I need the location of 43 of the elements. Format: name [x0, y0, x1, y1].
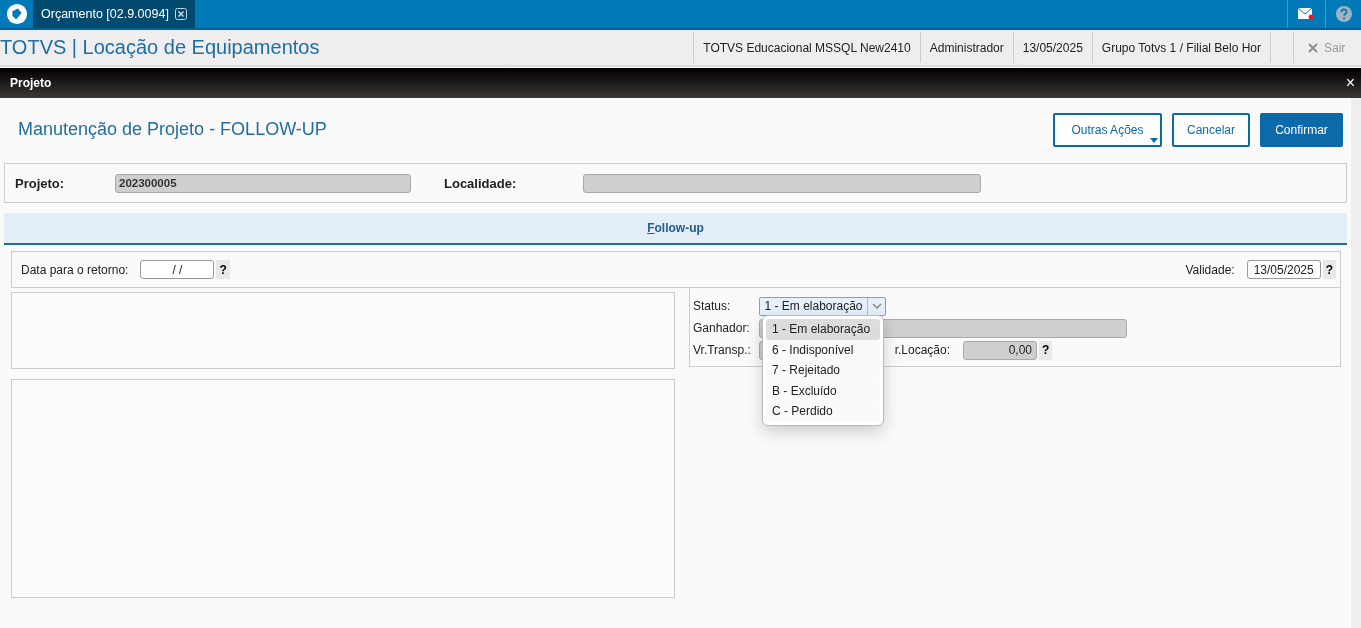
action-button[interactable]: Cancelar: [1171, 112, 1250, 147]
help-button[interactable]: ?: [1039, 340, 1053, 360]
field-label: Status:: [693, 299, 732, 313]
header-info: 13/05/2025: [1012, 32, 1092, 63]
dropdown-option[interactable]: 1 - Em elaboração: [766, 319, 880, 340]
date-field[interactable]: / /: [140, 260, 215, 279]
document-tab[interactable]: Orçamento [02.9.0094]: [33, 0, 195, 28]
logo-icon: [5, 3, 28, 25]
field-label: Localidade:: [444, 175, 518, 191]
field-label: Vr.Transp.:: [693, 343, 752, 357]
caret-icon: [1149, 137, 1158, 143]
page-heading: Manutenção de Projeto - FOLLOW-UP: [18, 119, 327, 140]
date-field[interactable]: 13/05/2025: [1246, 260, 1321, 279]
status-dropdown[interactable]: 1 - Em elaboração: [759, 296, 886, 316]
dropdown-option[interactable]: 7 - Rejeitado: [766, 360, 880, 381]
text-area[interactable]: [11, 292, 675, 369]
field-label: Validade:: [1185, 262, 1235, 277]
chevron-icon: [871, 303, 882, 309]
dropdown-option[interactable]: B - Excluído: [766, 380, 880, 401]
header-info: Grupo Totvs 1 / Filial Belo Hor: [1091, 32, 1271, 63]
close-button[interactable]: ×: [1345, 74, 1355, 92]
app-title: TOTVS | Locação de Equipamentos: [0, 36, 320, 59]
input-field[interactable]: 0,00: [963, 340, 1037, 360]
tab-title: Orçamento [02.9.0094]: [41, 7, 169, 21]
action-button[interactable]: Outras Ações: [1052, 112, 1162, 147]
input-field[interactable]: [583, 173, 981, 193]
dropdown-option[interactable]: C - Perdido: [766, 401, 880, 422]
help-button[interactable]: ?: [216, 260, 230, 279]
header-info: Administrador: [919, 32, 1013, 63]
field-label: Projeto:: [15, 175, 66, 191]
field-label: Data para o retorno:: [21, 262, 129, 277]
help-icon: [1335, 6, 1352, 22]
close-icon[interactable]: [174, 8, 187, 20]
field-label: r.Locação:: [893, 343, 950, 357]
close-icon: [1308, 42, 1318, 53]
dialog-title: Projeto: [10, 76, 52, 90]
help-button[interactable]: ?: [1322, 260, 1336, 279]
dropdown-option[interactable]: 6 - Indisponível: [766, 339, 880, 360]
field-label: Ganhador:: [693, 321, 751, 335]
input-field[interactable]: 202300005: [115, 173, 411, 193]
header-info: TOTVS Educacional MSSQL New2410: [693, 32, 920, 63]
action-button[interactable]: Confirmar: [1260, 112, 1343, 147]
section-tab[interactable]: Follow-up: [647, 221, 704, 235]
